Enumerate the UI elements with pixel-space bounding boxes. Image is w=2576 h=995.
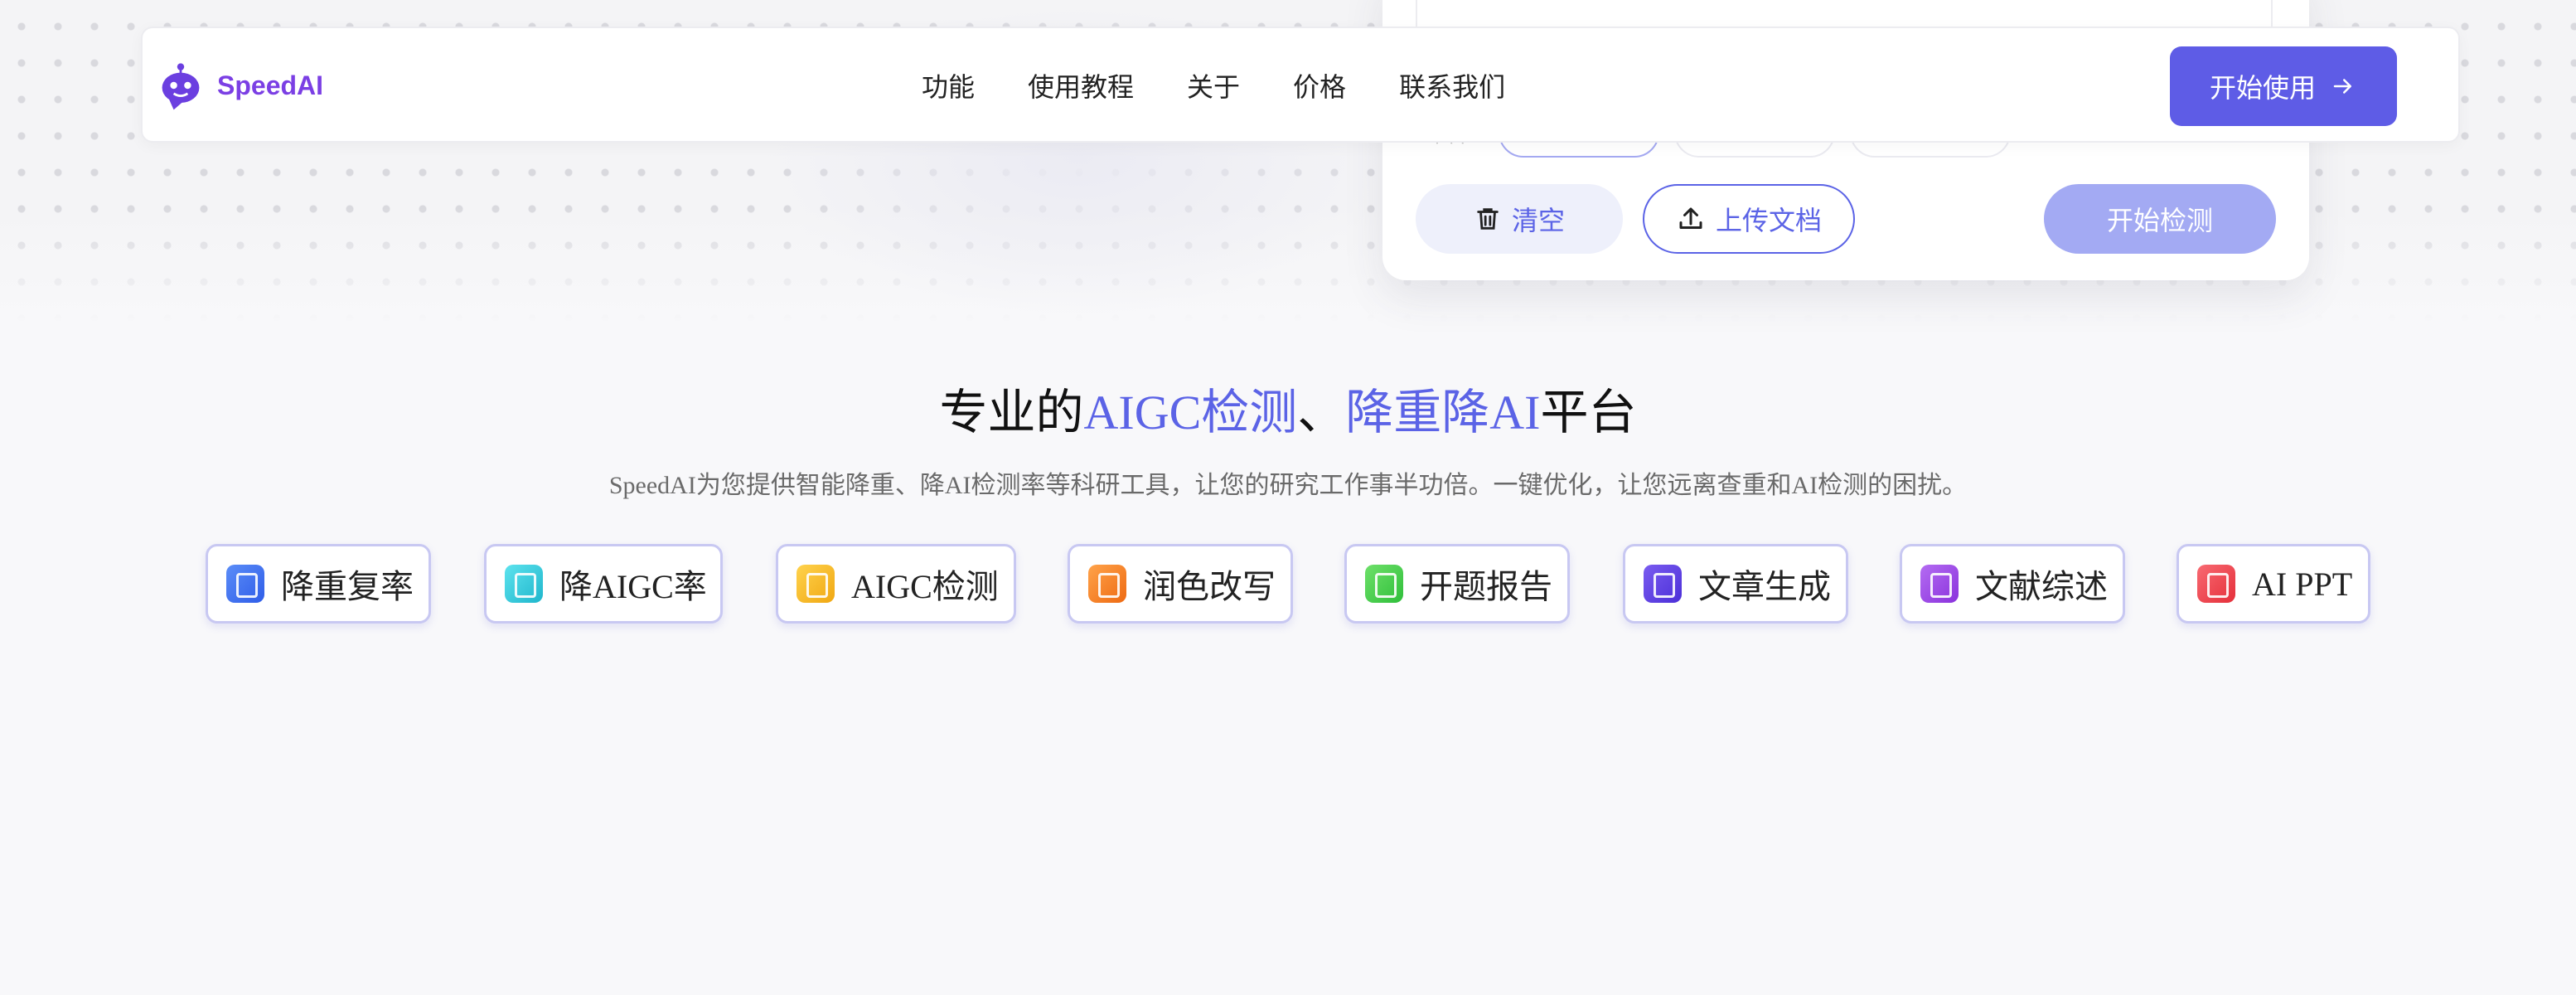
nav-link-tutorial[interactable]: 使用教程 bbox=[1028, 66, 1134, 104]
document-down-icon bbox=[226, 565, 264, 603]
presentation-icon bbox=[2197, 565, 2235, 603]
ai-scan-icon bbox=[797, 565, 835, 603]
feature-label: AIGC检测 bbox=[851, 568, 999, 605]
feature-label: 降AIGC率 bbox=[559, 568, 707, 605]
feature-label: 润色改写 bbox=[1143, 568, 1276, 605]
trash-icon bbox=[1477, 208, 1499, 230]
pen-icon bbox=[1088, 565, 1126, 603]
get-started-button[interactable]: 开始使用 bbox=[2170, 46, 2397, 126]
feature-reduce-aigc[interactable]: 降AIGC率 bbox=[484, 544, 723, 624]
clear-button[interactable]: 清空 bbox=[1416, 184, 1623, 254]
navbar: SpeedAI 功能 使用教程 关于 价格 联系我们 开始使用 bbox=[141, 27, 2460, 143]
brand-name: SpeedAI bbox=[217, 70, 324, 100]
feature-label: 开题报告 bbox=[1420, 568, 1552, 605]
literature-icon bbox=[1920, 565, 1959, 603]
hero-title-suffix: 平台 bbox=[1540, 386, 1637, 439]
get-started-label: 开始使用 bbox=[2209, 72, 2316, 104]
clear-label: 清空 bbox=[1511, 205, 1565, 236]
hero-title-aigc: AIGC检测 bbox=[1083, 386, 1298, 439]
robot-logo-icon bbox=[162, 63, 200, 110]
upload-icon bbox=[1679, 207, 1702, 229]
arrow-right-icon bbox=[2333, 79, 2351, 94]
start-detection-button[interactable]: 开始检测 bbox=[2044, 184, 2276, 254]
feature-list: 降重复率 降AIGC率 AIGC检测 润色改写 开题报告 文章生成 文献综述 A… bbox=[0, 544, 2576, 624]
hero-subtitle: SpeedAI为您提供智能降重、降AI检测率等科研工具，让您的研究工作事半功倍。… bbox=[608, 472, 1968, 499]
feature-label: 降重复率 bbox=[281, 568, 414, 605]
feature-label: AI PPT bbox=[2252, 565, 2353, 603]
nav-link-contact[interactable]: 联系我们 bbox=[1399, 66, 1505, 104]
brand-logo[interactable]: SpeedAI bbox=[157, 60, 323, 111]
nav-link-features[interactable]: 功能 bbox=[922, 66, 975, 104]
hero-title: 专业的AIGC检测、降重降AI平台 bbox=[0, 373, 2576, 443]
document-ai-icon bbox=[505, 565, 543, 603]
feature-literature-review[interactable]: 文献综述 bbox=[1900, 544, 2125, 624]
feature-proposal-report[interactable]: 开题报告 bbox=[1344, 544, 1570, 624]
nav-link-about[interactable]: 关于 bbox=[1187, 66, 1240, 104]
feature-ai-ppt[interactable]: AI PPT bbox=[2177, 544, 2370, 624]
feature-article-generation[interactable]: 文章生成 bbox=[1623, 544, 1848, 624]
feature-label: 文献综述 bbox=[1975, 568, 2108, 605]
feature-label: 文章生成 bbox=[1698, 568, 1831, 605]
hero-title-separator: 、 bbox=[1297, 386, 1346, 439]
upload-document-button[interactable]: 上传文档 bbox=[1643, 184, 1855, 254]
article-icon bbox=[1644, 565, 1682, 603]
upload-label: 上传文档 bbox=[1715, 205, 1822, 236]
nav-links: 功能 使用教程 关于 价格 联系我们 bbox=[922, 66, 1505, 104]
feature-reduce-duplication[interactable]: 降重复率 bbox=[206, 544, 431, 624]
feature-polish-rewrite[interactable]: 润色改写 bbox=[1068, 544, 1293, 624]
feature-aigc-detection[interactable]: AIGC检测 bbox=[776, 544, 1016, 624]
hero-title-reduce: 降重降AI bbox=[1345, 386, 1541, 439]
report-icon bbox=[1365, 565, 1403, 603]
nav-link-pricing[interactable]: 价格 bbox=[1293, 66, 1346, 104]
hero-title-prefix: 专业的 bbox=[939, 386, 1084, 439]
